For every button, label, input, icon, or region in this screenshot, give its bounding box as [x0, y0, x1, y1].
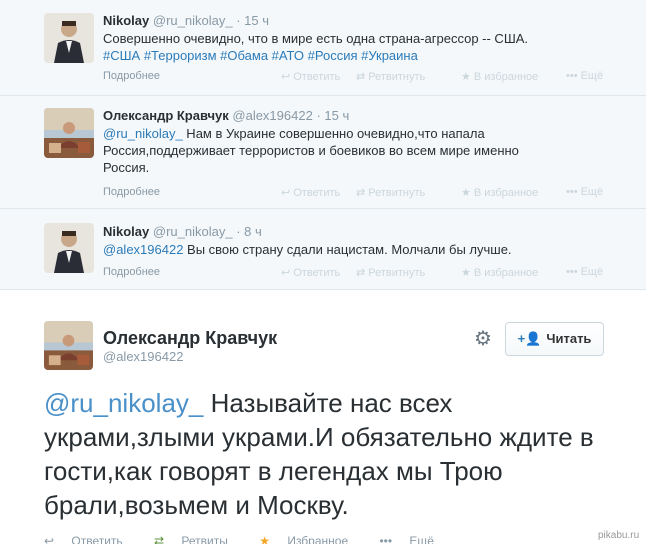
timestamp[interactable]: 15 ч	[324, 108, 349, 123]
tweet-actions: Подробнее ↩ Ответить ⇄ Ретвитнуть ★ В избра…	[103, 70, 603, 87]
more-button[interactable]: ••• Ещё	[379, 534, 448, 544]
more-button[interactable]: ••• Ещё	[566, 186, 603, 198]
author-name[interactable]: Олександр Кравчук	[103, 108, 229, 123]
star-icon: ★	[259, 534, 274, 544]
retweet-button[interactable]: ⇄ Ретвитнуть	[356, 266, 425, 279]
retweet-label: Ретвитнуть	[368, 71, 426, 83]
more-label: Ещё	[580, 70, 604, 82]
tweet-text: @ru_nikolay_ Называйте нас всех украми,з…	[44, 386, 604, 522]
retweet-label: Ретвиты	[181, 534, 228, 544]
conversation-thread: Nikolay @ru_nikolay_ · 15 ч Совершенно о…	[0, 0, 646, 290]
reply-button[interactable]: ↩ Ответить	[44, 534, 137, 544]
star-icon: ★	[461, 267, 471, 279]
reply-icon: ↩	[44, 534, 58, 544]
more-button[interactable]: ••• Ещё	[566, 70, 603, 82]
more-label: Ещё	[580, 266, 604, 278]
tweet-text-body: Вы свою страну сдали нацистам. Молчали б…	[183, 242, 512, 257]
favorite-button[interactable]: ★ Избранное	[259, 534, 362, 544]
tweet-text: @alex196422 Вы свою страну сдали нациста…	[103, 241, 603, 258]
author-handle[interactable]: @ru_nikolay_	[153, 13, 233, 28]
author-name[interactable]: Олександр Кравчук	[103, 328, 277, 349]
favorite-label: В избранное	[473, 187, 539, 199]
tweet-text: @ru_nikolay_ Нам в Украине совершенно оч…	[103, 125, 563, 176]
mention-link[interactable]: @ru_nikolay_	[103, 126, 183, 141]
tweet-reply: Nikolay @ru_nikolay_ · 15 ч Совершенно о…	[0, 0, 646, 96]
separator: ·	[316, 108, 321, 123]
avatar[interactable]	[44, 13, 94, 63]
tweet-text: Совершенно очевидно, что в мире есть одн…	[103, 30, 603, 64]
tweet-header: Nikolay @ru_nikolay_ · 8 ч	[103, 223, 603, 240]
tweet-text-body: Совершенно очевидно, что в мире есть одн…	[103, 31, 529, 46]
details-link[interactable]: Подробнее	[103, 266, 160, 278]
avatar[interactable]	[44, 321, 93, 370]
gear-icon[interactable]: ⚙	[472, 328, 494, 350]
favorite-button[interactable]: ★ В избранное	[461, 70, 538, 83]
more-label: Ещё	[580, 186, 604, 198]
reply-icon: ↩	[281, 71, 291, 83]
separator: ·	[236, 224, 241, 239]
details-link[interactable]: Подробнее	[103, 186, 160, 198]
reply-button[interactable]: ↩ Ответить	[281, 70, 340, 83]
favorite-label: В избранное	[473, 71, 539, 83]
more-icon: •••	[379, 534, 396, 544]
reply-label: Ответить	[293, 71, 341, 83]
reply-button[interactable]: ↩ Ответить	[281, 186, 340, 199]
author-handle[interactable]: @alex196422	[232, 108, 312, 123]
more-label: Ещё	[409, 534, 434, 544]
tweet-actions: Подробнее ↩ Ответить ⇄ Ретвитнуть ★ В избра…	[103, 266, 603, 283]
favorite-button[interactable]: ★ В избранное	[461, 266, 538, 279]
author-name[interactable]: Nikolay	[103, 224, 149, 239]
reply-icon: ↩	[281, 267, 291, 279]
watermark: pikabu.ru	[598, 530, 640, 541]
tweet-reply: Олександр Кравчук @alex196422 · 15 ч @ru…	[0, 96, 646, 209]
avatar[interactable]	[44, 108, 94, 158]
mention-link[interactable]: @ru_nikolay_	[44, 388, 203, 418]
retweet-icon: ⇄	[356, 187, 366, 199]
tweet-actions: ↩ Ответить ⇄ Ретвиты ★ Избранное ••• Ещё	[44, 534, 604, 544]
follow-button[interactable]: +👤 Читать	[505, 322, 604, 356]
retweet-icon: ⇄	[356, 267, 366, 279]
retweet-button[interactable]: ⇄ Ретвиты	[154, 534, 242, 544]
author-handle[interactable]: @ru_nikolay_	[153, 224, 233, 239]
favorite-label: Избранное	[287, 534, 349, 544]
reply-label: Ответить	[293, 187, 341, 199]
tweet-header: Олександр Кравчук @alex196422 · 15 ч	[103, 107, 603, 124]
more-icon: •••	[566, 70, 578, 82]
hashtags[interactable]: #США #Терроризм #Обама #АТО #Россия #Укр…	[103, 48, 418, 63]
avatar[interactable]	[44, 223, 94, 273]
add-user-icon: +👤	[517, 331, 542, 346]
main-tweet: Олександр Кравчук @alex196422 ⚙ +👤 Читать…	[0, 291, 646, 544]
reply-button[interactable]: ↩ Ответить	[281, 266, 340, 279]
more-icon: •••	[566, 186, 578, 198]
retweet-button[interactable]: ⇄ Ретвитнуть	[356, 70, 425, 83]
retweet-label: Ретвитнуть	[368, 187, 426, 199]
reply-icon: ↩	[281, 187, 291, 199]
retweet-icon: ⇄	[356, 71, 366, 83]
star-icon: ★	[461, 187, 471, 199]
retweet-label: Ретвитнуть	[368, 267, 426, 279]
retweet-icon: ⇄	[154, 534, 168, 544]
favorite-button[interactable]: ★ В избранное	[461, 186, 538, 199]
more-icon: •••	[566, 266, 578, 278]
follow-label: Читать	[546, 331, 592, 346]
tweet-header: Nikolay @ru_nikolay_ · 15 ч	[103, 12, 603, 29]
more-button[interactable]: ••• Ещё	[566, 266, 603, 278]
author-handle[interactable]: @alex196422	[103, 349, 183, 364]
reply-label: Ответить	[293, 267, 341, 279]
separator: ·	[236, 13, 241, 28]
author-name[interactable]: Nikolay	[103, 13, 149, 28]
timestamp[interactable]: 15 ч	[244, 13, 269, 28]
tweet-reply: Nikolay @ru_nikolay_ · 8 ч @alex196422 В…	[0, 209, 646, 290]
details-link[interactable]: Подробнее	[103, 70, 160, 82]
timestamp[interactable]: 8 ч	[244, 224, 262, 239]
mention-link[interactable]: @alex196422	[103, 242, 183, 257]
favorite-label: В избранное	[473, 267, 539, 279]
reply-label: Ответить	[71, 534, 123, 544]
retweet-button[interactable]: ⇄ Ретвитнуть	[356, 186, 425, 199]
star-icon: ★	[461, 71, 471, 83]
tweet-actions: Подробнее ↩ Ответить ⇄ Ретвитнуть ★ В избра…	[103, 186, 603, 203]
